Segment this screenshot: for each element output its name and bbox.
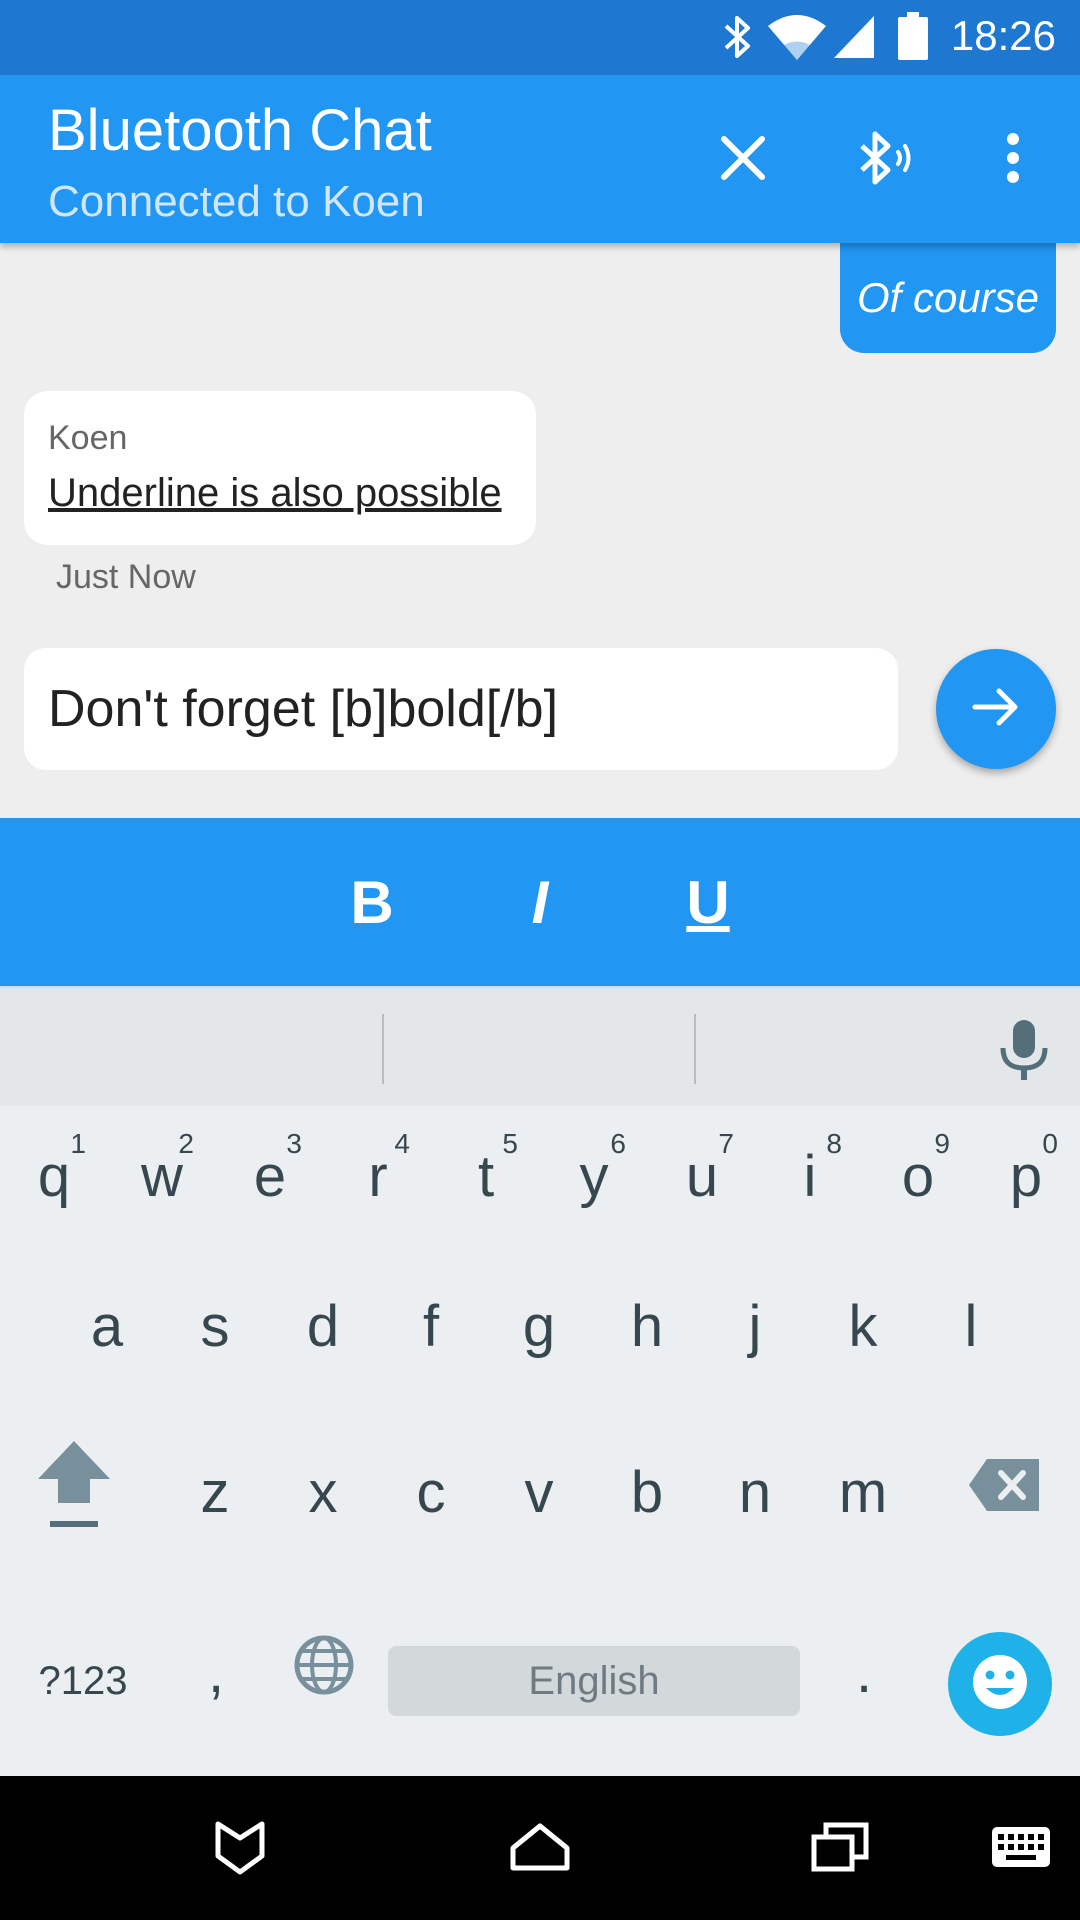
period-key[interactable]: . — [814, 1612, 914, 1732]
app-bar: Bluetooth Chat Connected to Koen — [0, 75, 1080, 243]
key-j[interactable]: j — [705, 1256, 805, 1396]
home-icon — [509, 1822, 571, 1877]
navigation-bar — [0, 1776, 1080, 1920]
key-x[interactable]: x — [273, 1422, 373, 1562]
suggestion-divider — [382, 1014, 384, 1084]
send-button[interactable] — [936, 649, 1056, 769]
keyboard: q1 w2 e3 r4 t5 y6 u7 i8 o9 p0 a s d f g … — [0, 1106, 1080, 1776]
back-button[interactable] — [200, 1814, 280, 1884]
signal-icon — [832, 14, 876, 65]
overflow-menu-button[interactable] — [968, 115, 1058, 205]
mic-icon[interactable] — [996, 1018, 1052, 1087]
space-key[interactable]: English — [388, 1646, 800, 1716]
key-k[interactable]: k — [813, 1256, 913, 1396]
message-timestamp: Just Now — [56, 558, 196, 596]
backspace-key[interactable] — [954, 1422, 1054, 1562]
backspace-icon — [967, 1457, 1041, 1527]
key-e[interactable]: e3 — [220, 1106, 320, 1246]
wifi-icon — [766, 12, 828, 67]
key-h[interactable]: h — [597, 1256, 697, 1396]
key-z[interactable]: z — [165, 1422, 265, 1562]
message-text: Underline is also possible — [48, 471, 502, 515]
key-u[interactable]: u7 — [652, 1106, 752, 1246]
home-button[interactable] — [500, 1814, 580, 1884]
key-g[interactable]: g — [489, 1256, 589, 1396]
comma-key[interactable]: , — [166, 1612, 266, 1732]
italic-button[interactable]: I — [490, 852, 590, 952]
chat-area[interactable]: Of course Koen Underline is also possibl… — [0, 243, 1080, 818]
suggestion-divider — [694, 1014, 696, 1084]
key-p[interactable]: p0 — [976, 1106, 1076, 1246]
key-m[interactable]: m — [813, 1422, 913, 1562]
key-o[interactable]: o9 — [868, 1106, 968, 1246]
shift-icon — [36, 1439, 112, 1545]
emoji-key[interactable] — [948, 1632, 1052, 1736]
disconnect-button[interactable] — [698, 115, 788, 205]
shift-key[interactable] — [24, 1422, 124, 1562]
symbols-key[interactable]: ?123 — [28, 1646, 138, 1716]
key-t[interactable]: t5 — [436, 1106, 536, 1246]
keyboard-suggestion-strip — [0, 986, 1080, 1106]
keyboard-switch-button[interactable] — [978, 1814, 1064, 1884]
keyboard-icon — [990, 1825, 1052, 1874]
bold-button[interactable]: B — [322, 852, 422, 952]
language-key[interactable] — [274, 1612, 374, 1732]
message-text: Of course — [856, 274, 1040, 321]
incoming-message[interactable]: Koen Underline is also possible — [24, 391, 536, 545]
message-input[interactable] — [48, 648, 868, 770]
key-w[interactable]: w2 — [112, 1106, 212, 1246]
recents-button[interactable] — [800, 1814, 880, 1884]
key-c[interactable]: c — [381, 1422, 481, 1562]
back-icon — [214, 1818, 266, 1881]
key-v[interactable]: v — [489, 1422, 589, 1562]
more-vert-icon — [1005, 132, 1021, 189]
key-b[interactable]: b — [597, 1422, 697, 1562]
outgoing-message[interactable]: Of course — [840, 243, 1056, 353]
key-n[interactable]: n — [705, 1422, 805, 1562]
connection-status: Connected to Koen — [48, 177, 425, 226]
key-d[interactable]: d — [273, 1256, 373, 1396]
key-l[interactable]: l — [921, 1256, 1021, 1396]
globe-icon — [293, 1634, 355, 1710]
message-composer — [24, 648, 898, 770]
key-q[interactable]: q1 — [4, 1106, 104, 1246]
key-r[interactable]: r4 — [328, 1106, 428, 1246]
arrow-forward-icon — [971, 687, 1021, 732]
key-y[interactable]: y6 — [544, 1106, 644, 1246]
app-title: Bluetooth Chat — [48, 98, 432, 163]
battery-icon — [898, 12, 928, 65]
key-i[interactable]: i8 — [760, 1106, 860, 1246]
bluetooth-icon — [722, 14, 754, 65]
bluetooth-connected-icon — [856, 130, 918, 191]
recents-icon — [810, 1821, 870, 1878]
key-a[interactable]: a — [57, 1256, 157, 1396]
key-f[interactable]: f — [381, 1256, 481, 1396]
format-toolbar: B I U — [0, 818, 1080, 986]
close-icon — [720, 135, 766, 186]
underline-button[interactable]: U — [658, 852, 758, 952]
message-sender: Koen — [48, 419, 128, 457]
status-bar: 18:26 — [0, 0, 1080, 75]
bluetooth-connect-button[interactable] — [842, 115, 932, 205]
clock: 18:26 — [950, 12, 1056, 59]
screen: 18:26 Bluetooth Chat Connected to Koen O… — [0, 0, 1080, 1920]
key-s[interactable]: s — [165, 1256, 265, 1396]
emoji-icon — [970, 1652, 1030, 1717]
